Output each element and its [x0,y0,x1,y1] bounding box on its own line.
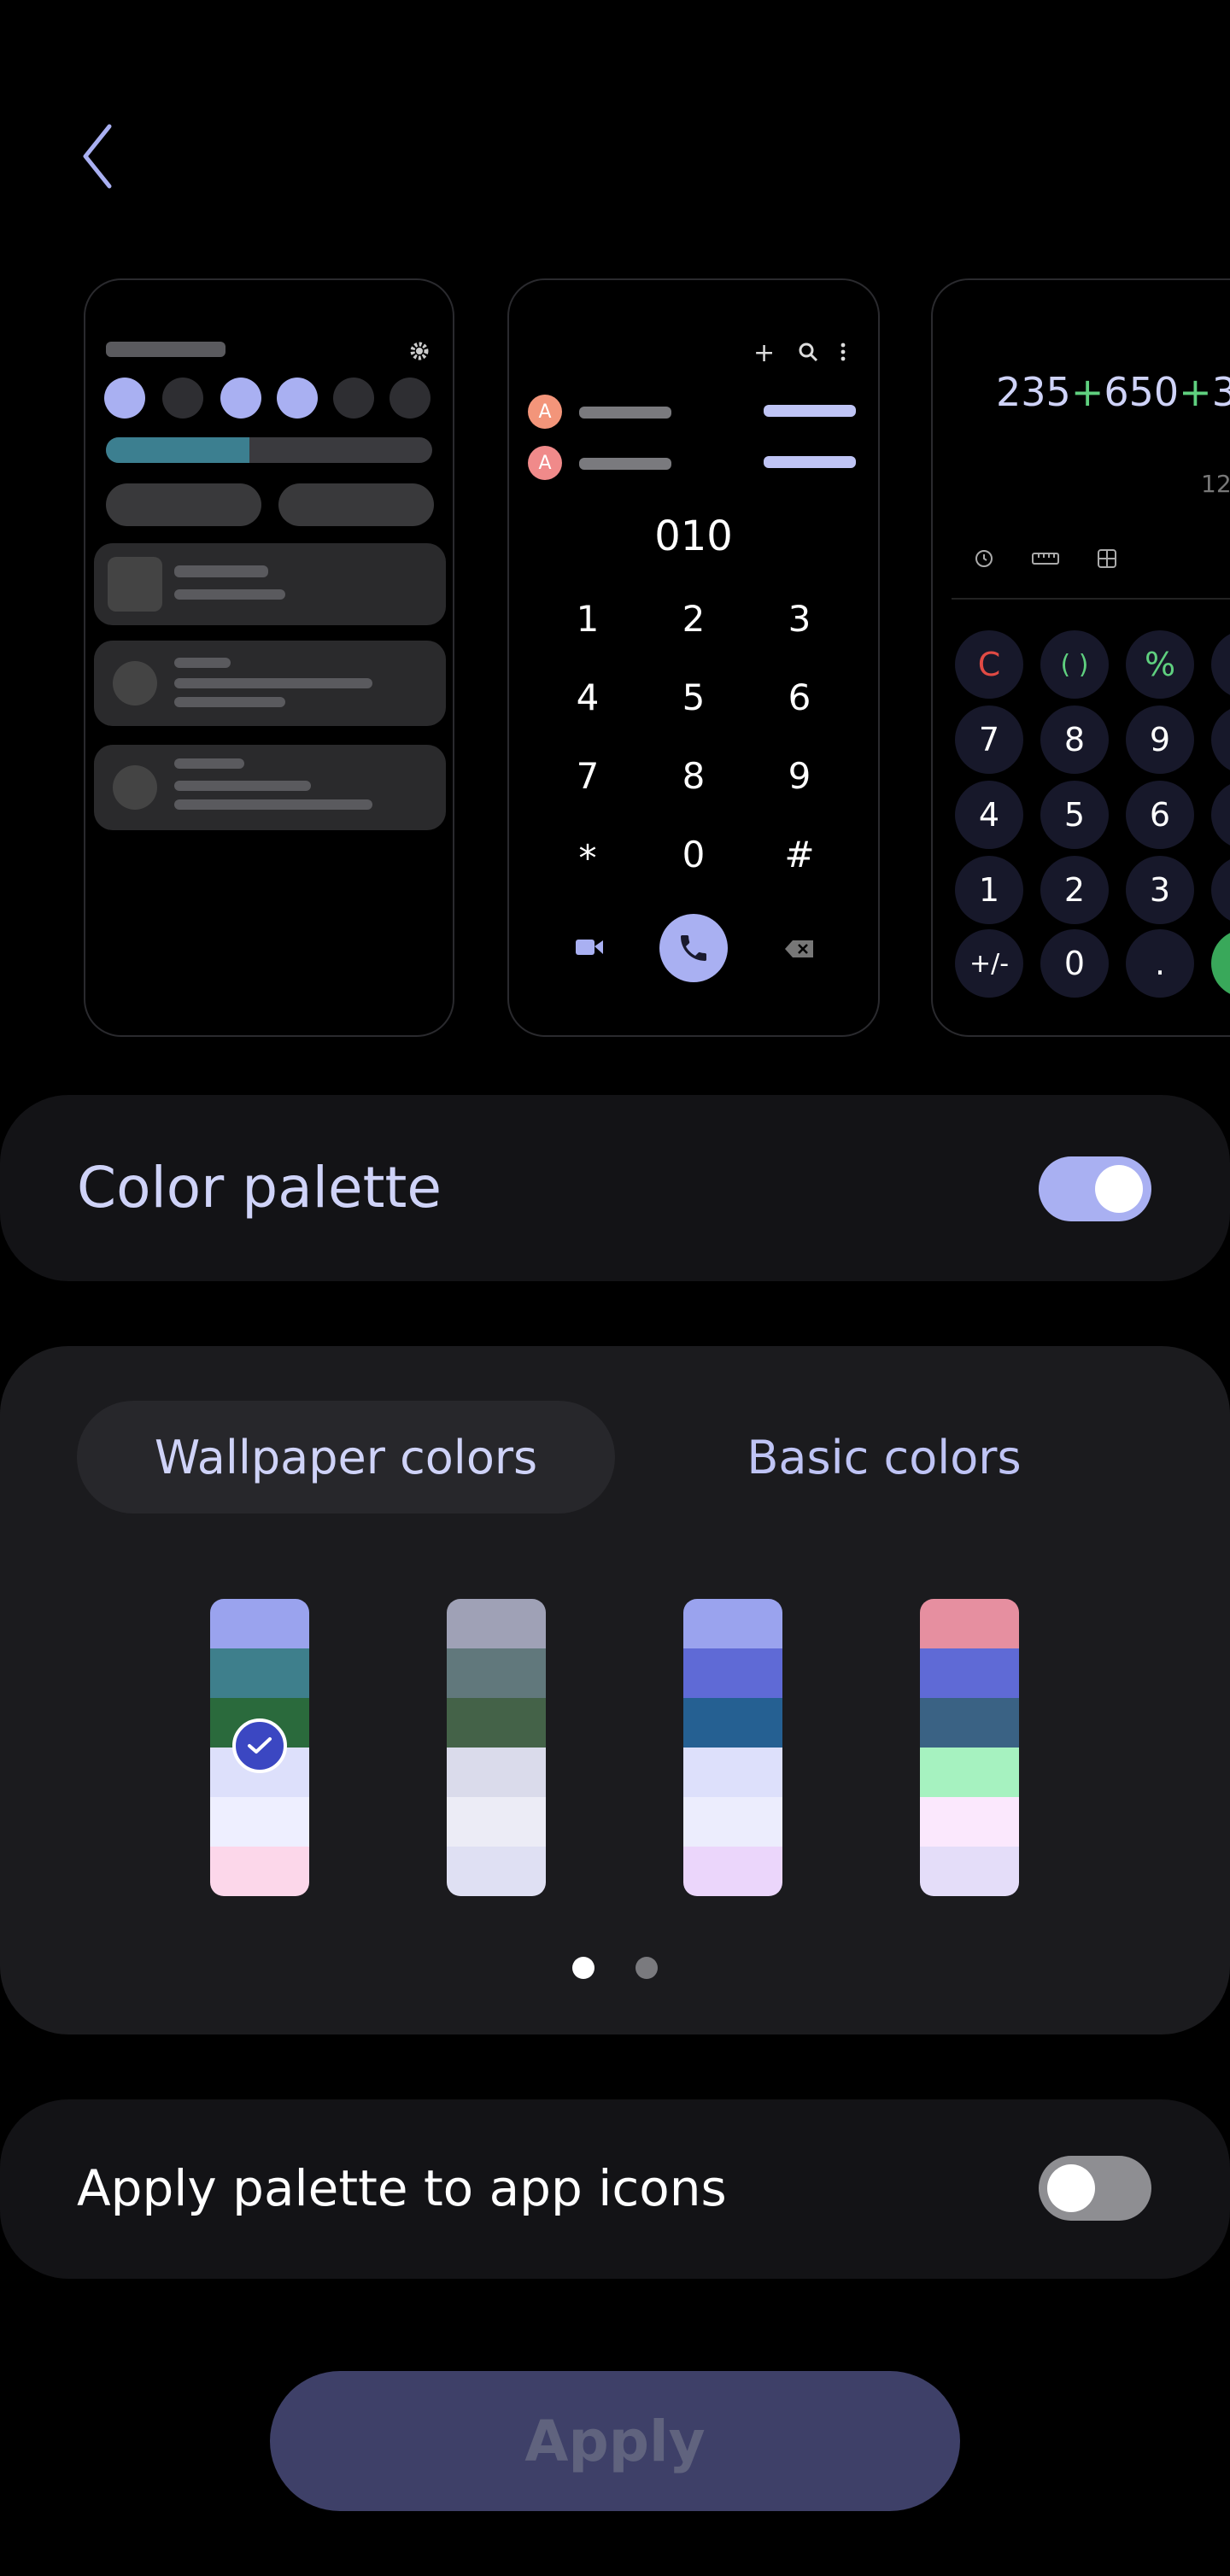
dial-key: 0 [682,834,706,875]
flashlight-icon [390,378,430,419]
tab-basic-colors[interactable]: Basic colors [615,1401,1153,1513]
dial-key: 7 [576,755,600,797]
contact-number-placeholder [764,456,856,468]
toggle-knob [1047,2164,1095,2212]
tab-wallpaper-colors[interactable]: Wallpaper colors [77,1401,615,1513]
qs-title-placeholder [106,342,226,357]
calc-key: 1 [955,856,1023,924]
chevron-left-icon [83,124,112,189]
avatar: A [528,395,562,429]
dial-key: 3 [788,598,811,640]
call-button-preview [659,914,728,982]
contact-name-placeholder [579,458,671,470]
contact-number-placeholder [764,405,856,417]
calc-key: 2 [1040,856,1109,924]
calc-key: ( ) [1040,630,1109,699]
calc-key: 0 [1040,929,1109,998]
calc-key: % [1126,630,1194,699]
calc-key: 8 [1040,705,1109,774]
apply-icons-toggle[interactable] [1039,2156,1151,2221]
calc-key: 5 [1040,781,1109,849]
apply-button[interactable]: Apply [270,2371,960,2511]
toggle-knob [1095,1165,1143,1213]
calc-key: . [1126,929,1194,998]
calc-number: 235 [996,369,1071,415]
dial-key: 1 [576,598,600,640]
video-call-icon [574,936,605,958]
color-palette-label: Color palette [77,1155,442,1221]
calc-key: 3 [1126,856,1194,924]
history-icon [974,548,994,569]
dial-key: 4 [576,676,600,718]
more-icon [840,342,846,362]
page-indicator-active[interactable] [572,1957,594,1979]
dial-key: 5 [682,676,706,718]
sound-icon [220,378,261,419]
gear-icon [408,340,430,362]
calc-result: 12 [1201,470,1230,498]
calc-divider [952,598,1230,600]
media-player-card [94,543,446,625]
calc-expression: 235+650+37 [996,369,1230,415]
airplane-icon [333,378,374,419]
page-indicator[interactable] [636,1957,658,1979]
selected-check-icon [232,1718,287,1773]
dial-key: * [578,837,597,879]
dial-key: 2 [682,598,706,640]
calc-key: +/- [955,929,1023,998]
dial-key: 9 [788,755,811,797]
contact-name-placeholder [579,407,671,419]
qs-pill-2 [278,483,434,526]
palette-option[interactable] [447,1599,546,1896]
bluetooth-icon [162,378,203,419]
add-icon: + [753,338,776,368]
wifi-icon [104,378,145,419]
ruler-icon [1032,552,1059,565]
notification-card-1 [94,641,446,726]
apply-icons-label: Apply palette to app icons [77,2159,727,2217]
calc-key: 7 [955,705,1023,774]
back-button[interactable] [75,118,123,195]
avatar: A [528,446,562,480]
calc-key: C [955,630,1023,699]
dial-key: 6 [788,676,811,718]
palette-option[interactable] [920,1599,1019,1896]
rotate-icon [277,378,318,419]
calc-operator: + [1070,369,1104,415]
calc-operator: + [1179,369,1212,415]
phone-icon [681,935,706,961]
calc-key: 4 [955,781,1023,849]
calc-key: 9 [1126,705,1194,774]
dial-key: 8 [682,755,706,797]
qs-pill-1 [106,483,261,526]
brightness-slider [106,437,432,463]
color-palette-toggle[interactable] [1039,1156,1151,1221]
scientific-calculator-icon [1097,548,1117,569]
notification-card-2 [94,745,446,830]
search-icon [798,342,818,362]
backspace-icon [784,940,815,958]
calc-number: 650 [1104,369,1180,415]
dialed-number: 010 [654,512,733,560]
palette-option[interactable] [683,1599,782,1896]
calc-key: 6 [1126,781,1194,849]
dial-key: # [784,834,815,875]
calc-number: 37 [1211,369,1230,415]
